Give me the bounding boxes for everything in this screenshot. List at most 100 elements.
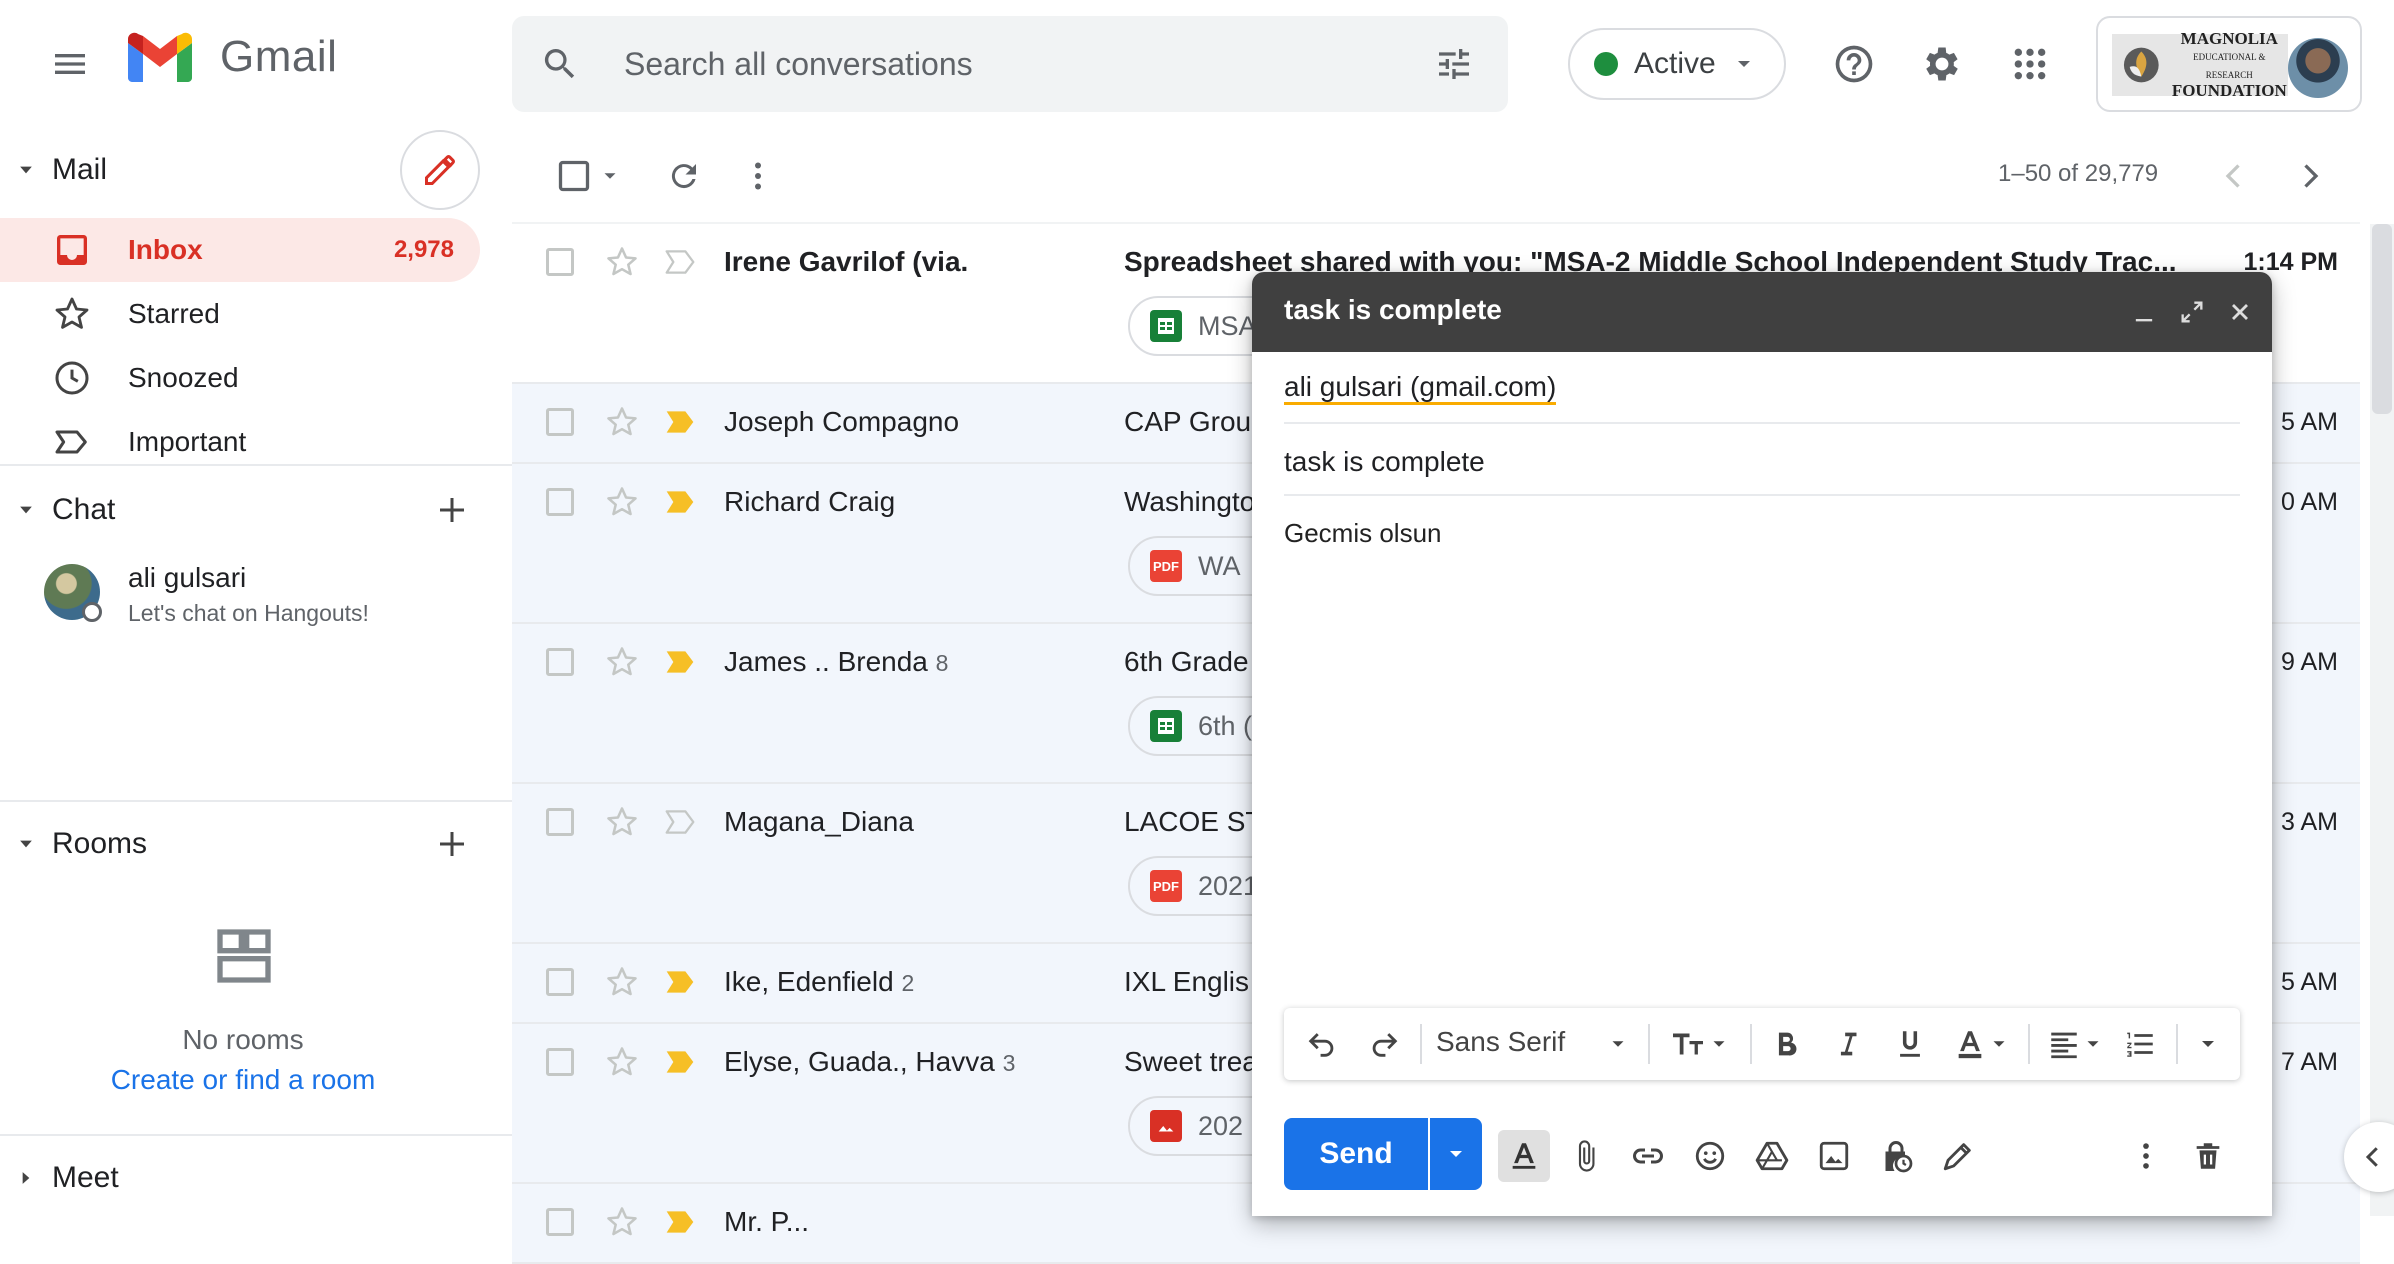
important-marker-icon[interactable]: [664, 968, 696, 996]
settings-button[interactable]: [1910, 32, 1974, 96]
account-switcher[interactable]: MAGNOLIA EDUCATIONAL & RESEARCH FOUNDATION: [2096, 16, 2362, 112]
italic-button[interactable]: [1824, 1020, 1872, 1068]
row-checkbox[interactable]: [546, 808, 574, 836]
status-dropdown[interactable]: Active: [1568, 28, 1786, 100]
insert-emoji-button[interactable]: [1684, 1130, 1736, 1182]
confidential-mode-button[interactable]: [1870, 1130, 1922, 1182]
row-time: 9 AM: [2281, 648, 2338, 676]
recipients-field[interactable]: ali gulsari (gmail.com): [1284, 352, 2240, 424]
subject-field[interactable]: task is complete: [1284, 424, 2240, 496]
attach-file-button[interactable]: [1560, 1130, 1612, 1182]
row-time: 0 AM: [2281, 488, 2338, 516]
row-checkbox[interactable]: [546, 248, 574, 276]
underline-button[interactable]: [1886, 1020, 1934, 1068]
message-body[interactable]: Gecmis olsun: [1284, 518, 2240, 1218]
start-chat-button[interactable]: [420, 478, 484, 542]
star-icon[interactable]: [604, 644, 640, 680]
send-options-button[interactable]: [1430, 1118, 1482, 1190]
caret-down-icon: [20, 506, 32, 514]
insert-photo-button[interactable]: [1808, 1130, 1860, 1182]
important-marker-icon[interactable]: [664, 408, 696, 436]
star-icon[interactable]: [604, 484, 640, 520]
star-icon[interactable]: [604, 804, 640, 840]
more-actions-button[interactable]: [726, 144, 790, 208]
sidebar-divider: [0, 800, 512, 802]
important-marker-icon[interactable]: [664, 488, 696, 516]
row-checkbox[interactable]: [546, 1048, 574, 1076]
star-icon[interactable]: [604, 244, 640, 280]
newer-page-button[interactable]: [2202, 144, 2266, 208]
numbered-list-button[interactable]: [2116, 1020, 2164, 1068]
status-dot: [1594, 52, 1618, 76]
sidebar-item-inbox[interactable]: Inbox 2,978: [0, 218, 480, 282]
clock-icon: [55, 361, 89, 395]
insert-drive-button[interactable]: [1746, 1130, 1798, 1182]
older-page-button[interactable]: [2278, 144, 2342, 208]
recipient-chip[interactable]: ali gulsari (gmail.com): [1284, 372, 1557, 405]
star-icon[interactable]: [604, 1044, 640, 1080]
scrollbar-thumb[interactable]: [2372, 224, 2392, 414]
apps-button[interactable]: [1998, 32, 2062, 96]
font-family-dropdown[interactable]: [1594, 1020, 1642, 1068]
redo-button[interactable]: [1360, 1020, 1408, 1068]
toolbar-separator: [1750, 1024, 1752, 1064]
meet-section-header[interactable]: Meet: [0, 1146, 512, 1210]
row-checkbox[interactable]: [546, 488, 574, 516]
row-sender: Magana_Diana: [724, 806, 914, 837]
close-compose-button[interactable]: [2216, 288, 2264, 336]
insert-link-button[interactable]: [1622, 1130, 1674, 1182]
top-bar: Gmail Active MAGNOLIAEDUCATIONAL & RESEA…: [0, 0, 2394, 128]
more-formatting-button[interactable]: [2184, 1020, 2232, 1068]
create-room-link[interactable]: Create or find a room: [0, 1064, 486, 1096]
main-menu-button[interactable]: [38, 32, 102, 96]
search-icon[interactable]: [540, 44, 580, 84]
subject-value: task is complete: [1284, 446, 1485, 477]
compose-header[interactable]: task is complete: [1252, 272, 2272, 352]
compose-button[interactable]: [400, 130, 480, 210]
importance-marker-icon[interactable]: [664, 248, 696, 276]
search-bar[interactable]: [512, 16, 1508, 112]
rooms-section-header[interactable]: Rooms: [0, 812, 512, 876]
insert-signature-button[interactable]: [1932, 1130, 1984, 1182]
search-options-icon[interactable]: [1434, 44, 1474, 84]
important-label: Important: [128, 426, 247, 457]
fullscreen-button[interactable]: [2168, 288, 2216, 336]
sidebar-item-starred[interactable]: Starred: [0, 282, 480, 346]
text-color-dropdown[interactable]: [1984, 1020, 2014, 1068]
refresh-button[interactable]: [652, 144, 716, 208]
add-room-button[interactable]: [420, 812, 484, 876]
row-checkbox[interactable]: [546, 1208, 574, 1236]
importance-marker-icon[interactable]: [664, 808, 696, 836]
important-marker-icon[interactable]: [664, 1048, 696, 1076]
row-checkbox[interactable]: [546, 968, 574, 996]
drive-icon: [1755, 1141, 1789, 1171]
bold-button[interactable]: [1762, 1020, 1810, 1068]
undo-button[interactable]: [1298, 1020, 1346, 1068]
text-color-icon: [1958, 1031, 1982, 1059]
row-checkbox[interactable]: [546, 408, 574, 436]
user-avatar[interactable]: [2288, 38, 2348, 98]
sidebar-item-snoozed[interactable]: Snoozed: [0, 346, 480, 410]
more-options-button[interactable]: [2120, 1130, 2172, 1182]
text-size-icon: [1673, 1033, 1703, 1055]
minimize-button[interactable]: [2120, 288, 2168, 336]
important-marker-icon[interactable]: [664, 1208, 696, 1236]
select-options-button[interactable]: [590, 144, 630, 208]
chat-section-header[interactable]: Chat: [0, 478, 512, 542]
caret-down-icon: [20, 166, 32, 174]
gmail-logo[interactable]: Gmail: [128, 32, 337, 82]
row-checkbox[interactable]: [546, 648, 574, 676]
star-icon[interactable]: [604, 404, 640, 440]
help-button[interactable]: [1822, 32, 1886, 96]
refresh-icon: [671, 164, 696, 189]
search-input[interactable]: [624, 44, 1384, 84]
discard-draft-button[interactable]: [2182, 1130, 2234, 1182]
formatting-options-button[interactable]: [1498, 1130, 1550, 1182]
font-size-dropdown[interactable]: [1704, 1020, 1734, 1068]
send-button[interactable]: Send: [1284, 1118, 1428, 1190]
align-dropdown[interactable]: [2078, 1020, 2108, 1068]
important-marker-icon[interactable]: [664, 648, 696, 676]
star-icon[interactable]: [604, 964, 640, 1000]
star-icon[interactable]: [604, 1204, 640, 1240]
pen-icon: [1943, 1143, 1971, 1171]
